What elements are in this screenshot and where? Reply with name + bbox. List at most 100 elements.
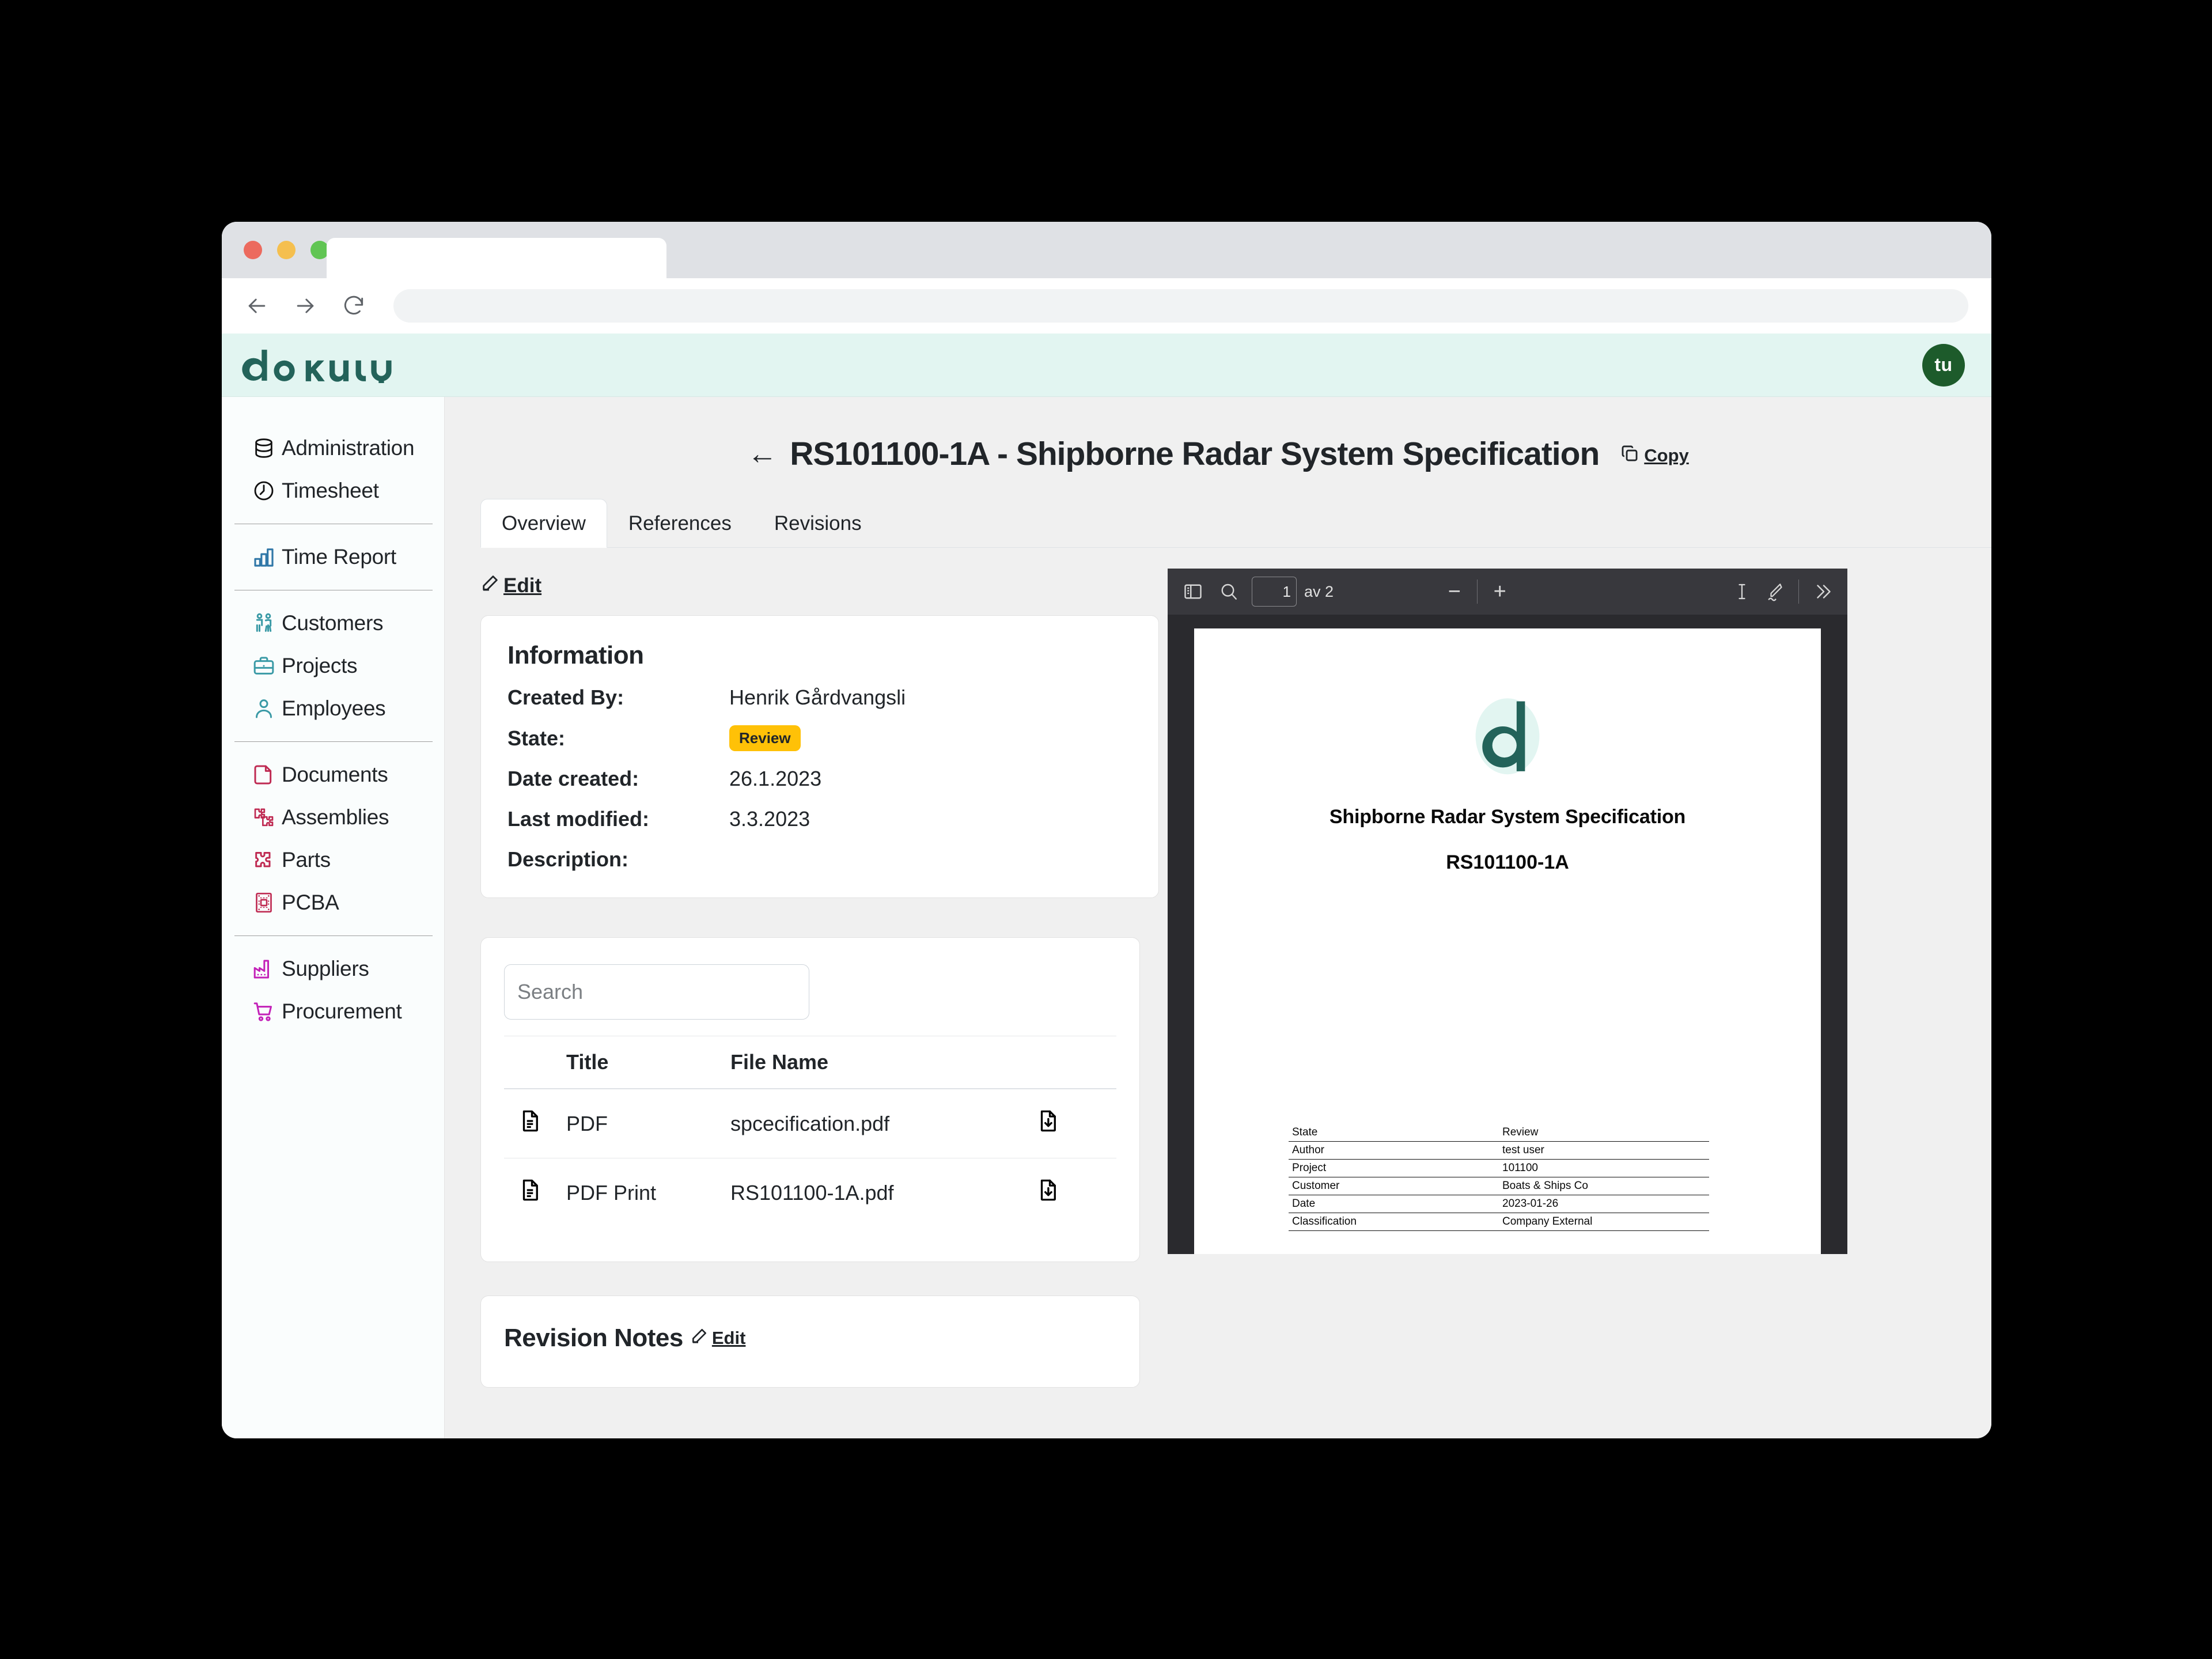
- table-row: Project 101100: [1289, 1159, 1709, 1177]
- sidebar: Administration Timesheet Time Report Cus…: [222, 397, 445, 1438]
- factory-icon: [252, 957, 276, 981]
- minimize-window-button[interactable]: [277, 241, 296, 259]
- info-label: Created By:: [507, 685, 624, 709]
- sidebar-item-label: Suppliers: [282, 957, 369, 980]
- pdf-tools-group: [1732, 579, 1832, 604]
- copy-label: Copy: [1644, 445, 1689, 465]
- database-icon: [252, 436, 276, 460]
- browser-tab[interactable]: [327, 238, 666, 278]
- sidebar-divider: [234, 935, 433, 936]
- info-label: Description:: [507, 847, 629, 871]
- sidebar-item-customers[interactable]: Customers: [222, 602, 444, 645]
- info-label: Date created:: [507, 767, 639, 790]
- app-body: Administration Timesheet Time Report Cus…: [222, 397, 1991, 1438]
- pdf-zoom-controls: − +: [1445, 579, 1510, 604]
- sidebar-item-label: Assemblies: [282, 805, 389, 829]
- pencil-draw-icon[interactable]: [1765, 581, 1786, 602]
- back-icon[interactable]: [244, 293, 270, 319]
- sidebar-item-label: Customers: [282, 611, 384, 635]
- pencil-square-icon: [480, 573, 500, 598]
- tab-bar: Overview References Revisions: [480, 498, 1991, 548]
- table-header-row: Title File Name: [504, 1036, 1116, 1089]
- pdf-metadata-table: State Review Author test user Project 10…: [1289, 1124, 1709, 1231]
- table-row: Customer Boats & Ships Co: [1289, 1177, 1709, 1195]
- sidebar-item-suppliers[interactable]: Suppliers: [222, 948, 444, 990]
- revision-notes-heading: Revision Notes: [504, 1324, 683, 1352]
- search-input[interactable]: [504, 964, 809, 1020]
- sidebar-item-documents[interactable]: Documents: [222, 753, 444, 796]
- pencil-square-icon: [690, 1327, 709, 1350]
- col-header-file-name: File Name: [730, 1036, 1036, 1089]
- text-cursor-icon[interactable]: [1732, 581, 1752, 602]
- sidebar-item-projects[interactable]: Projects: [222, 645, 444, 687]
- info-value-created-by: Henrik Gårdvangsli: [729, 685, 906, 709]
- revision-notes-card: Revision Notes Edit: [480, 1296, 1140, 1388]
- meta-value: 101100: [1499, 1159, 1709, 1177]
- meta-key: Customer: [1289, 1177, 1499, 1195]
- sidebar-item-label: Projects: [282, 654, 358, 677]
- avatar[interactable]: tu: [1922, 343, 1965, 387]
- information-heading: Information: [507, 641, 644, 669]
- sidebar-item-time-report[interactable]: Time Report: [222, 536, 444, 578]
- person-icon: [252, 696, 276, 721]
- forward-icon[interactable]: [292, 293, 319, 319]
- zoom-out-button[interactable]: −: [1445, 581, 1464, 603]
- browser-tab-strip: [222, 222, 1991, 278]
- reload-icon[interactable]: [340, 293, 367, 319]
- table-row[interactable]: PDF Print RS101100-1A.pdf: [504, 1158, 1116, 1228]
- puzzle-pieces-icon: [252, 805, 276, 830]
- page-title: RS101100-1A - Shipborne Radar System Spe…: [790, 435, 1600, 472]
- info-row-created-by: Created By: Henrik Gårdvangsli: [507, 685, 1132, 710]
- file-name: RS101100-1A.pdf: [730, 1180, 894, 1205]
- file-download-icon[interactable]: [1036, 1089, 1116, 1158]
- zoom-in-button[interactable]: +: [1490, 581, 1510, 603]
- search-icon[interactable]: [1218, 581, 1239, 602]
- table-row: Date 2023-01-26: [1289, 1195, 1709, 1213]
- close-window-button[interactable]: [244, 241, 262, 259]
- sidebar-item-label: Procurement: [282, 999, 402, 1023]
- info-label: Last modified:: [507, 807, 650, 831]
- sidebar-item-assemblies[interactable]: Assemblies: [222, 796, 444, 839]
- sidebar-item-timesheet[interactable]: Timesheet: [222, 469, 444, 512]
- window-traffic-lights: [244, 241, 329, 259]
- people-icon: [252, 611, 276, 635]
- page-title-row: ← RS101100-1A - Shipborne Radar System S…: [445, 397, 1991, 473]
- revision-notes-header: Revision Notes Edit: [504, 1324, 1116, 1353]
- sidebar-item-employees[interactable]: Employees: [222, 687, 444, 730]
- status-badge: Review: [729, 725, 801, 751]
- toolbar-separator: [1798, 579, 1799, 604]
- shopping-cart-icon: [252, 999, 276, 1024]
- file-name: spcecification.pdf: [730, 1089, 1036, 1158]
- file-download-icon[interactable]: [1036, 1158, 1116, 1228]
- edit-information-button[interactable]: Edit: [480, 573, 541, 598]
- url-input[interactable]: [393, 289, 1968, 323]
- table-row[interactable]: PDF spcecification.pdf: [504, 1089, 1116, 1158]
- sidebar-item-label: Documents: [282, 763, 388, 786]
- sidebar-item-administration[interactable]: Administration: [222, 427, 444, 469]
- tab-overview[interactable]: Overview: [480, 499, 607, 548]
- chevron-double-right-icon[interactable]: [1812, 581, 1832, 602]
- col-header-icon: [504, 1036, 566, 1089]
- tab-references[interactable]: References: [607, 499, 753, 548]
- sidebar-toggle-icon[interactable]: [1183, 581, 1203, 602]
- sidebar-item-parts[interactable]: Parts: [222, 839, 444, 881]
- toolbar-separator: [1476, 579, 1478, 604]
- pdf-page-number-input[interactable]: [1252, 577, 1297, 607]
- back-arrow-icon[interactable]: ←: [747, 439, 777, 469]
- sidebar-group-reports: Time Report: [222, 536, 444, 578]
- copy-button[interactable]: Copy: [1620, 444, 1689, 468]
- sidebar-group-org: Customers Projects Employees: [222, 602, 444, 730]
- dokuly-logo[interactable]: [239, 347, 418, 384]
- pdf-page-total: av 2: [1304, 582, 1334, 600]
- tab-revisions[interactable]: Revisions: [753, 499, 883, 548]
- info-value-last-modified: 3.3.2023: [729, 807, 810, 831]
- app-header: tu: [222, 334, 1991, 397]
- sidebar-item-procurement[interactable]: Procurement: [222, 990, 444, 1033]
- edit-label: Edit: [711, 1328, 746, 1348]
- pdf-document-title: Shipborne Radar System Specification: [1329, 806, 1686, 828]
- bar-chart-icon: [252, 545, 276, 569]
- content-split: Edit Information Created By: Henrik Gård…: [445, 548, 1991, 1388]
- edit-revision-notes-button[interactable]: Edit: [690, 1327, 746, 1350]
- sidebar-item-label: PCBA: [282, 891, 339, 914]
- sidebar-item-pcba[interactable]: PCBA: [222, 881, 444, 924]
